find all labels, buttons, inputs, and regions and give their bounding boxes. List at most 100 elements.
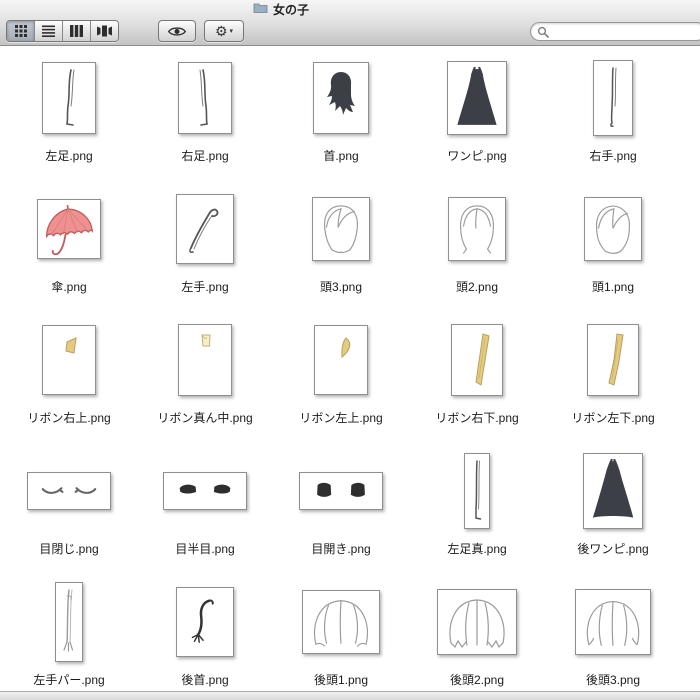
file-thumbnail-area — [178, 53, 232, 143]
action-menu-button[interactable]: ⚙ ▾ — [204, 20, 244, 42]
left-leg-thumbnail[interactable] — [42, 62, 96, 134]
window-title: 女の子 — [273, 2, 310, 17]
back-head2-thumbnail[interactable] — [437, 589, 517, 655]
file-name-label[interactable]: 後頭1.png — [314, 673, 368, 687]
file-name-label[interactable]: 頭1.png — [592, 280, 634, 294]
file-name-label[interactable]: 後頭3.png — [586, 673, 640, 687]
file-item[interactable]: 右手.png — [545, 46, 681, 177]
left-arm-thumbnail[interactable] — [176, 194, 234, 264]
file-item[interactable]: 後頭2.png — [409, 570, 545, 700]
file-thumbnail-area — [437, 577, 517, 667]
back-head3-thumbnail[interactable] — [575, 589, 651, 655]
dress-thumbnail[interactable] — [447, 61, 507, 135]
file-name-label[interactable]: 後頭2.png — [450, 673, 504, 687]
file-name-label[interactable]: 左手パー.png — [33, 673, 104, 687]
eyes-half-thumbnail[interactable] — [163, 472, 247, 510]
file-name-label[interactable]: 目閉じ.png — [39, 542, 98, 556]
view-icon-button[interactable] — [7, 21, 34, 41]
back-head1-thumbnail[interactable] — [302, 590, 380, 654]
search-field[interactable] — [530, 22, 700, 41]
file-item[interactable]: 頭1.png — [545, 177, 681, 308]
file-item[interactable]: リボン左下.png — [545, 308, 681, 439]
file-item[interactable]: 傘.png — [1, 177, 137, 308]
file-name-label[interactable]: 目半目.png — [175, 542, 234, 556]
file-item[interactable]: 目閉じ.png — [1, 439, 137, 570]
back-neck-thumbnail[interactable] — [176, 587, 234, 657]
back-dress-thumbnail[interactable] — [583, 453, 643, 529]
right-arm-thumbnail[interactable] — [593, 60, 633, 136]
file-name-label[interactable]: 頭3.png — [320, 280, 362, 294]
file-thumbnail-area — [176, 577, 234, 667]
file-thumbnail-area — [314, 315, 368, 405]
view-list-button[interactable] — [34, 21, 62, 41]
ribbon-middle-thumbnail[interactable] — [178, 324, 232, 396]
file-thumbnail-area — [575, 577, 651, 667]
file-item[interactable]: 右足.png — [137, 46, 273, 177]
list-view-icon — [42, 25, 55, 37]
neck-thumbnail[interactable] — [313, 62, 369, 134]
head1-thumbnail[interactable] — [584, 197, 642, 261]
file-name-label[interactable]: リボン左下.png — [571, 411, 654, 425]
right-leg-thumbnail[interactable] — [178, 62, 232, 134]
file-name-label[interactable]: リボン右上.png — [27, 411, 110, 425]
view-coverflow-button[interactable] — [90, 21, 118, 41]
search-icon — [537, 26, 549, 38]
title-bar: 女の子 — [253, 1, 309, 17]
file-item[interactable]: 左足.png — [1, 46, 137, 177]
ribbon-lower-left-thumbnail[interactable] — [587, 324, 639, 396]
ribbon-lower-right-thumbnail[interactable] — [451, 324, 503, 396]
file-name-label[interactable]: 左足真.png — [447, 542, 506, 556]
file-item[interactable]: 左手パー.png — [1, 570, 137, 700]
file-name-label[interactable]: ワンピ.png — [447, 149, 506, 163]
file-item[interactable]: リボン右上.png — [1, 308, 137, 439]
file-item[interactable]: 頭2.png — [409, 177, 545, 308]
file-name-label[interactable]: リボン左上.png — [299, 411, 382, 425]
file-name-label[interactable]: 傘.png — [51, 280, 86, 294]
ribbon-upper-right-thumbnail[interactable] — [42, 325, 96, 395]
file-name-label[interactable]: 左足.png — [45, 149, 92, 163]
eyes-closed-thumbnail[interactable] — [27, 472, 111, 510]
file-name-label[interactable]: リボン右下.png — [435, 411, 518, 425]
file-item[interactable]: 首.png — [273, 46, 409, 177]
file-name-label[interactable]: リボン真ん中.png — [157, 411, 252, 425]
file-name-label[interactable]: 首.png — [323, 149, 358, 163]
file-item[interactable]: 目開き.png — [273, 439, 409, 570]
file-thumbnail-area — [593, 53, 633, 143]
file-item[interactable]: 後首.png — [137, 570, 273, 700]
umbrella-thumbnail[interactable] — [37, 199, 101, 259]
file-name-label[interactable]: 後ワンピ.png — [577, 542, 648, 556]
file-item[interactable]: リボン右下.png — [409, 308, 545, 439]
search-input[interactable] — [553, 24, 700, 39]
coverflow-view-icon — [97, 25, 112, 37]
file-item[interactable]: ワンピ.png — [409, 46, 545, 177]
file-thumbnail-area — [42, 53, 96, 143]
file-item[interactable]: 目半目.png — [137, 439, 273, 570]
head2-thumbnail[interactable] — [448, 197, 506, 261]
window-bottom-edge — [0, 691, 700, 700]
file-name-label[interactable]: 右足.png — [181, 149, 228, 163]
view-column-button[interactable] — [62, 21, 90, 41]
file-item[interactable]: 左足真.png — [409, 439, 545, 570]
file-item[interactable]: 後頭3.png — [545, 570, 681, 700]
folder-icon — [253, 2, 268, 17]
hand-open-thumbnail[interactable] — [55, 582, 83, 662]
file-item[interactable]: リボン左上.png — [273, 308, 409, 439]
eyes-open-thumbnail[interactable] — [299, 472, 383, 510]
file-thumbnail-area — [313, 53, 369, 143]
file-name-label[interactable]: 後首.png — [181, 673, 228, 687]
file-item[interactable]: 後頭1.png — [273, 570, 409, 700]
file-name-label[interactable]: 目開き.png — [311, 542, 370, 556]
file-name-label[interactable]: 左手.png — [181, 280, 228, 294]
view-mode-control — [6, 20, 119, 42]
file-item[interactable]: 左手.png — [137, 177, 273, 308]
leg-straight-thumbnail[interactable] — [464, 453, 490, 529]
file-item[interactable]: 後ワンピ.png — [545, 439, 681, 570]
file-name-label[interactable]: 頭2.png — [456, 280, 498, 294]
file-thumbnail-area — [42, 315, 96, 405]
quick-look-button[interactable] — [158, 20, 196, 42]
head3-thumbnail[interactable] — [312, 197, 370, 261]
file-item[interactable]: 頭3.png — [273, 177, 409, 308]
file-name-label[interactable]: 右手.png — [589, 149, 636, 163]
file-item[interactable]: リボン真ん中.png — [137, 308, 273, 439]
ribbon-upper-left-thumbnail[interactable] — [314, 325, 368, 395]
